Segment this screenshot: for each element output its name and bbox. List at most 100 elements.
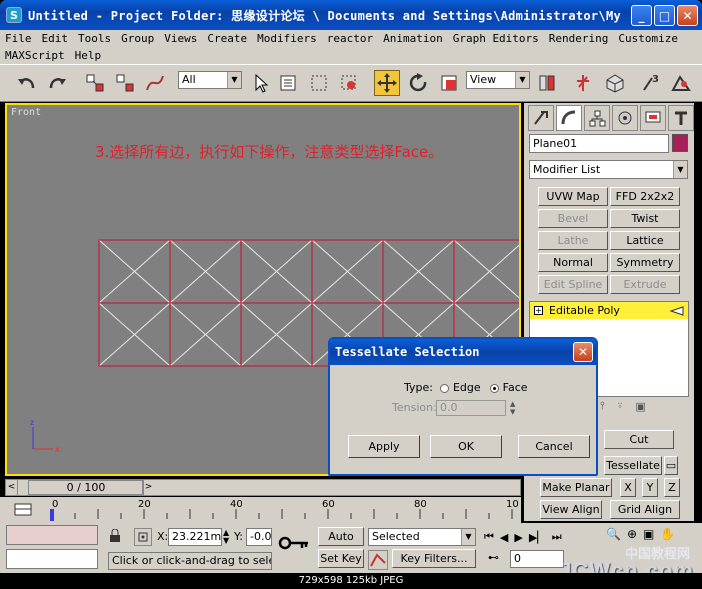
object-color-swatch[interactable] (672, 134, 688, 152)
x-coordinate-field[interactable]: 23.221mm (168, 528, 222, 546)
cut-button[interactable]: Cut (604, 430, 674, 449)
menu-create[interactable]: Create (202, 32, 252, 45)
select-and-move-icon[interactable] (374, 70, 400, 96)
grid-align-button[interactable]: Grid Align (610, 500, 680, 519)
menu-customize[interactable]: Customize (613, 32, 683, 45)
maximize-button[interactable]: □ (654, 5, 675, 26)
modifier-button[interactable]: FFD 2x2x2 (610, 187, 680, 206)
make-unique-icon[interactable]: ⍤ (617, 399, 624, 413)
select-and-manipulate-icon[interactable] (570, 70, 596, 96)
set-key-icon[interactable] (278, 533, 312, 561)
modifier-button[interactable]: Edit Spline (538, 275, 608, 294)
go-to-end-icon[interactable]: ⏭ (552, 530, 562, 544)
pivot-center-icon[interactable] (534, 70, 560, 96)
next-key-icon[interactable]: ▶▏ (529, 531, 546, 544)
face-label[interactable]: Face (503, 381, 528, 394)
menu-modifiers[interactable]: Modifiers (252, 32, 322, 45)
next-frame-icon[interactable]: > (142, 480, 154, 495)
remove-modifier-icon[interactable]: ▣ (635, 400, 645, 413)
modifier-list-dropdown[interactable]: Modifier List ▼ (529, 160, 688, 179)
expand-icon[interactable]: + (534, 306, 543, 315)
snaps-toggle-icon[interactable]: 3 (638, 70, 664, 96)
y-coordinate-field[interactable]: -0.0m (246, 528, 272, 546)
select-and-link-icon[interactable] (82, 70, 108, 96)
menu-edit[interactable]: Edit (37, 32, 74, 45)
menu-tools[interactable]: Tools (73, 32, 116, 45)
ok-button[interactable]: OK (430, 435, 502, 458)
tessellate-settings-icon[interactable]: ▭ (664, 456, 678, 475)
modifier-button[interactable]: Twist (610, 209, 680, 228)
select-and-rotate-icon[interactable] (406, 70, 432, 96)
go-to-start-icon[interactable]: ⏮ (484, 530, 494, 544)
auto-key-button[interactable]: Auto Key (318, 527, 364, 560)
planar-y-button[interactable]: Y (642, 478, 658, 497)
face-radio[interactable] (490, 383, 500, 393)
previous-frame-icon[interactable]: < (6, 480, 18, 495)
modify-tab-icon[interactable] (556, 105, 582, 131)
x-spinner-icon[interactable]: ▲ ▼ (223, 529, 229, 545)
edge-label[interactable]: Edge (453, 381, 481, 394)
time-slider[interactable]: < 0 / 100 > (5, 479, 521, 496)
bind-space-warp-icon[interactable] (142, 70, 168, 96)
create-tab-icon[interactable] (528, 105, 554, 131)
angle-snap-icon[interactable] (668, 70, 694, 96)
modifier-button[interactable]: Symmetry (610, 253, 680, 272)
planar-z-button[interactable]: Z (664, 478, 680, 497)
absolute-mode-icon[interactable] (134, 528, 152, 546)
close-button[interactable]: ✕ (677, 5, 698, 26)
display-tab-icon[interactable] (640, 105, 666, 131)
modifier-button[interactable]: Bevel (538, 209, 608, 228)
menu-help[interactable]: Help (70, 49, 107, 62)
menu-reactor[interactable]: reactor (322, 32, 378, 45)
make-planar-button[interactable]: Make Planar (540, 478, 612, 497)
current-frame-field[interactable]: 0 (510, 550, 564, 568)
previous-key-icon[interactable]: ◀ (500, 531, 508, 544)
menu-group[interactable]: Group (116, 32, 159, 45)
utilities-tab-icon[interactable] (668, 105, 694, 131)
apply-button[interactable]: Apply (348, 435, 420, 458)
reference-coordinate-dropdown[interactable]: View ▼ (466, 71, 530, 89)
menu-rendering[interactable]: Rendering (544, 32, 614, 45)
redo-icon[interactable] (44, 70, 70, 96)
undo-icon[interactable] (14, 70, 40, 96)
maxscript-output-field[interactable] (6, 549, 98, 569)
selection-filter-dropdown[interactable]: All ▼ (178, 71, 242, 89)
hierarchy-tab-icon[interactable] (584, 105, 610, 131)
select-object-icon[interactable] (248, 70, 274, 96)
modifier-button[interactable]: Lattice (610, 231, 680, 250)
window-crossing-icon[interactable] (336, 70, 362, 96)
select-by-name-icon[interactable] (276, 70, 302, 96)
menu-graph-editors[interactable]: Graph Editors (448, 32, 544, 45)
tessellate-button[interactable]: Tessellate (604, 456, 662, 475)
maxscript-listener-field[interactable] (6, 525, 98, 545)
show-end-result-icon[interactable]: ⫯ (600, 399, 605, 413)
set-key-button[interactable]: Set Key (318, 549, 364, 568)
key-filters-button[interactable]: Key Filters... (392, 549, 476, 568)
time-slider-thumb[interactable]: 0 / 100 (28, 480, 144, 495)
unlink-icon[interactable] (112, 70, 138, 96)
view-align-button[interactable]: View Align (540, 500, 602, 519)
lock-selection-icon[interactable] (108, 528, 126, 547)
menu-animation[interactable]: Animation (378, 32, 448, 45)
menu-file[interactable]: File (0, 32, 37, 45)
key-tangents-icon[interactable] (368, 550, 388, 570)
modifier-button[interactable]: Lathe (538, 231, 608, 250)
select-and-scale-icon[interactable] (436, 70, 462, 96)
menu-views[interactable]: Views (159, 32, 202, 45)
cancel-button[interactable]: Cancel (518, 435, 590, 458)
dialog-close-button[interactable]: ✕ (573, 342, 593, 362)
mini-curve-editor-icon[interactable] (14, 501, 34, 519)
edge-radio[interactable] (440, 383, 450, 393)
planar-x-button[interactable]: X (620, 478, 636, 497)
modifier-button[interactable]: Extrude (610, 275, 680, 294)
modifier-button[interactable]: UVW Map (538, 187, 608, 206)
app-icon[interactable]: S (6, 7, 22, 23)
rectangular-selection-icon[interactable] (306, 70, 332, 96)
track-bar[interactable]: 0 20 40 60 80 100 (0, 497, 521, 523)
keyboard-shortcut-override-icon[interactable] (602, 70, 628, 96)
play-icon[interactable]: ▶ (514, 531, 522, 544)
key-mode-toggle-icon[interactable]: ⊷ (488, 551, 499, 564)
minimize-button[interactable]: _ (631, 5, 652, 26)
menu-maxscript[interactable]: MAXScript (0, 49, 70, 62)
key-mode-dropdown[interactable]: Selected ▼ (368, 528, 476, 546)
